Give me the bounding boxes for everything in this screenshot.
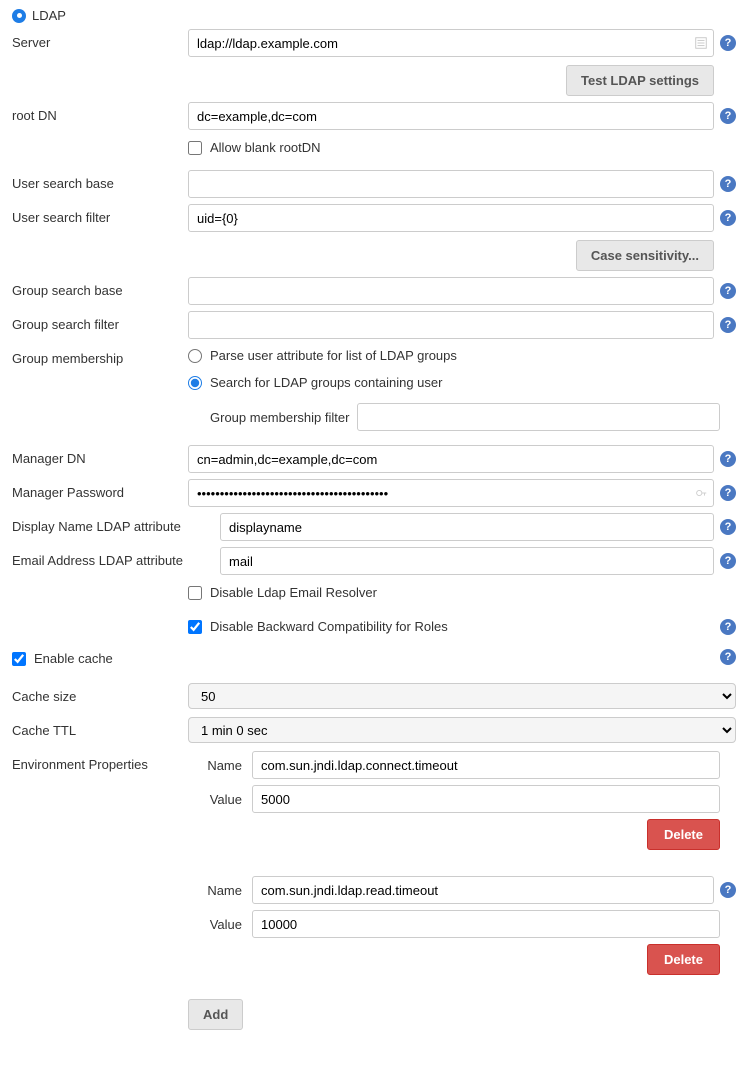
delete-button[interactable]: Delete [647, 819, 720, 850]
user-search-filter-input[interactable] [188, 204, 714, 232]
cache-ttl-label: Cache TTL [12, 717, 188, 738]
gm-search-radio[interactable] [188, 376, 202, 390]
case-sensitivity-button[interactable]: Case sensitivity... [576, 240, 714, 271]
ldap-section-header: LDAP [12, 8, 736, 23]
gm-filter-input[interactable] [357, 403, 720, 431]
group-search-filter-input[interactable] [188, 311, 714, 339]
test-ldap-button[interactable]: Test LDAP settings [566, 65, 714, 96]
help-icon[interactable]: ? [720, 649, 736, 665]
help-icon[interactable]: ? [720, 451, 736, 467]
disable-backward-compat-label: Disable Backward Compatibility for Roles [210, 619, 448, 634]
display-name-attr-input[interactable] [220, 513, 714, 541]
add-button[interactable]: Add [188, 999, 243, 1030]
disable-email-resolver-checkbox[interactable] [188, 586, 202, 600]
cache-ttl-select[interactable]: 1 min 0 sec [188, 717, 736, 743]
env-name-label: Name [188, 758, 252, 773]
help-icon[interactable]: ? [720, 485, 736, 501]
root-dn-label: root DN [12, 102, 188, 123]
env-value-input-1[interactable] [252, 910, 720, 938]
gm-parse-label: Parse user attribute for list of LDAP gr… [210, 348, 457, 363]
user-search-filter-label: User search filter [12, 204, 188, 225]
env-props-label: Environment Properties [12, 751, 188, 772]
server-label: Server [12, 29, 188, 50]
manager-password-input[interactable] [188, 479, 714, 507]
manager-password-label: Manager Password [12, 479, 188, 500]
section-title: LDAP [32, 8, 66, 23]
help-icon[interactable]: ? [720, 108, 736, 124]
group-search-base-input[interactable] [188, 277, 714, 305]
user-search-base-input[interactable] [188, 170, 714, 198]
group-search-base-label: Group search base [12, 277, 188, 298]
cache-size-select[interactable]: 50 [188, 683, 736, 709]
cache-size-label: Cache size [12, 683, 188, 704]
manager-dn-input[interactable] [188, 445, 714, 473]
help-icon[interactable]: ? [720, 317, 736, 333]
display-name-attr-label: Display Name LDAP attribute [12, 513, 220, 534]
group-search-filter-label: Group search filter [12, 311, 188, 332]
help-icon[interactable]: ? [720, 176, 736, 192]
help-icon[interactable]: ? [720, 283, 736, 299]
env-name-input-1[interactable] [252, 876, 714, 904]
gm-filter-label: Group membership filter [210, 410, 349, 425]
disable-backward-compat-checkbox[interactable] [188, 620, 202, 634]
env-value-input-0[interactable] [252, 785, 720, 813]
enable-cache-checkbox[interactable] [12, 652, 26, 666]
disable-email-resolver-label: Disable Ldap Email Resolver [210, 585, 377, 600]
allow-blank-rootdn-label: Allow blank rootDN [210, 140, 321, 155]
env-prop-1: Name ? Value Delete [188, 876, 736, 981]
allow-blank-rootdn-checkbox[interactable] [188, 141, 202, 155]
help-icon[interactable]: ? [720, 35, 736, 51]
group-membership-label: Group membership [12, 345, 188, 366]
server-input[interactable] [188, 29, 714, 57]
ldap-radio-icon[interactable] [12, 9, 26, 23]
help-icon[interactable]: ? [720, 553, 736, 569]
email-attr-label: Email Address LDAP attribute [12, 547, 220, 568]
env-name-input-0[interactable] [252, 751, 720, 779]
help-icon[interactable]: ? [720, 519, 736, 535]
manager-dn-label: Manager DN [12, 445, 188, 466]
help-icon[interactable]: ? [720, 619, 736, 635]
env-value-label: Value [188, 917, 252, 932]
delete-button[interactable]: Delete [647, 944, 720, 975]
enable-cache-label: Enable cache [34, 651, 113, 666]
env-name-label: Name [188, 883, 252, 898]
email-attr-input[interactable] [220, 547, 714, 575]
user-search-base-label: User search base [12, 170, 188, 191]
help-icon[interactable]: ? [720, 882, 736, 898]
help-icon[interactable]: ? [720, 210, 736, 226]
gm-search-label: Search for LDAP groups containing user [210, 375, 442, 390]
env-value-label: Value [188, 792, 252, 807]
gm-parse-radio[interactable] [188, 349, 202, 363]
root-dn-input[interactable] [188, 102, 714, 130]
env-prop-0: Name Value Delete [188, 751, 736, 856]
